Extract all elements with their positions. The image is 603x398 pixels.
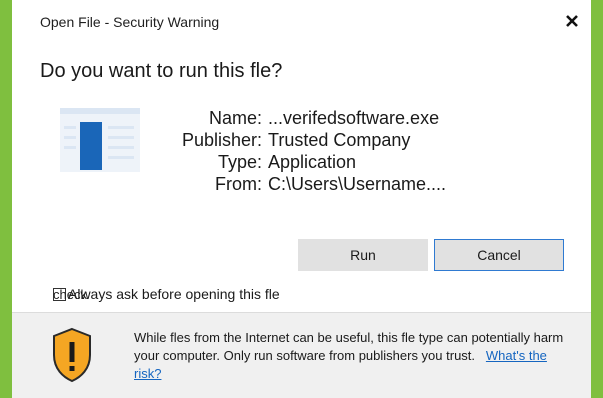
title-bar: Open File - Security Warning [12,0,591,44]
type-value: Application [268,152,357,172]
from-row: From: C:\Users\Username.... [152,173,446,195]
publisher-row: Publisher: Trusted Company [152,129,446,151]
always-ask-option: check Always ask before opening this fle [53,286,280,302]
type-row: Type: Application [152,151,446,173]
name-label: Name: [208,108,262,128]
security-warning-dialog: Open File - Security Warning Do you want… [12,0,591,398]
warning-panel: While fles from the Internet can be usef… [12,312,591,398]
warning-text-block: While fles from the Internet can be usef… [134,329,574,383]
cancel-button[interactable]: Cancel [434,239,564,271]
always-ask-checkbox[interactable]: check [53,287,87,302]
checkbox-overlay-text: check [53,286,87,302]
publisher-label: Publisher: [181,130,262,150]
publisher-value: Trusted Company [268,130,411,150]
close-icon[interactable] [563,12,581,30]
from-label: From: [215,174,262,194]
warning-shield-icon [53,327,91,383]
always-ask-label[interactable]: Always ask before opening this fle [68,286,280,302]
from-value: C:\Users\Username.... [268,174,447,194]
run-button[interactable]: Run [298,239,428,271]
name-value: ...verifedsoftware.exe [268,108,440,128]
type-label: Type: [217,152,262,172]
run-question: Do you want to run this fle? [40,60,283,82]
file-info: Name: ...verifedsoftware.exe Publisher: … [152,107,446,195]
window-title: Open File - Security Warning [40,14,220,30]
file-name-row: Name: ...verifedsoftware.exe [152,107,446,129]
application-file-icon [60,108,140,172]
